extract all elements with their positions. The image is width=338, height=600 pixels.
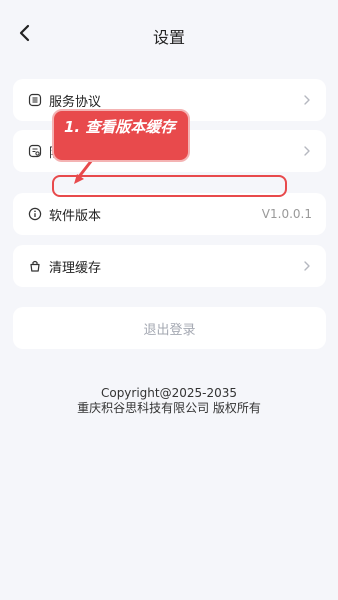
page-title: 设置 [152, 28, 185, 47]
info-circle-icon [27, 206, 43, 222]
company-text: 重庆积谷思科技有限公司 版权所有 [77, 401, 261, 415]
copyright-text: Copyright@2025-2035 [100, 386, 238, 400]
document-list-icon [27, 92, 43, 108]
settings-item-label: 清理缓存 [49, 260, 102, 276]
chevron-right-icon [302, 94, 312, 106]
chevron-right-icon [302, 145, 312, 157]
chevron-right-icon [302, 260, 312, 272]
version-value: V1.0.0.1 [261, 207, 312, 221]
settings-item-label: 软件版本 [49, 208, 102, 224]
broom-icon [27, 258, 43, 274]
settings-item-label: 服务协议 [49, 94, 102, 110]
privacy-doc-icon [27, 143, 43, 159]
settings-item-clear-cache[interactable]: 清理缓存 [13, 245, 326, 287]
annotation-callout: 1. 查看版本缓存 [52, 109, 190, 162]
settings-item-software-version[interactable]: 软件版本 V1.0.0.1 [13, 193, 326, 235]
footer: Copyright@2025-2035 重庆积谷思科技有限公司 版权所有 [0, 386, 338, 416]
header-bar: 设置 [0, 0, 338, 68]
logout-button[interactable]: 退出登录 [13, 307, 326, 349]
